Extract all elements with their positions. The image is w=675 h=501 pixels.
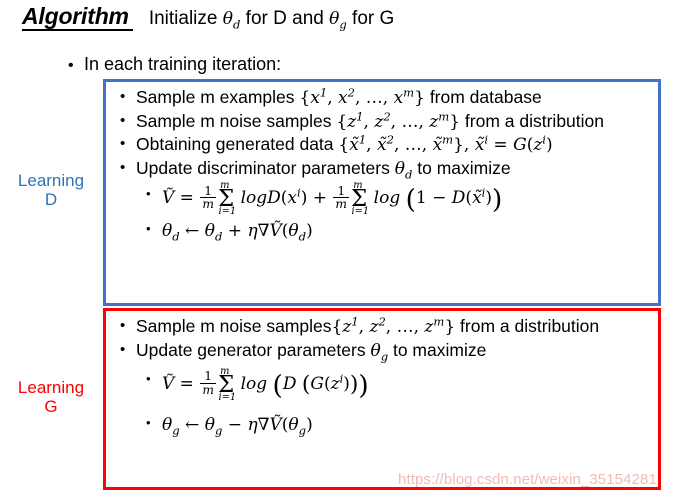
step-text-after: to maximize [388,339,487,360]
step-text-before: Update generator parameters [136,339,371,360]
step-text-before: Sample m noise samples [136,110,337,131]
algorithm-header: Algorithm Initialize θd for D and θg for… [0,4,675,38]
formula-body: Ṽ = 1 m Σm i=1 logD(xi) + 1 m Σm i=1 log (1 −… [162,180,503,218]
label-learning-d: Learning D [1,171,101,209]
learning-g-line2: G [44,397,58,417]
learning-d-line1: Learning [17,171,85,190]
learning-d-line2: D [44,190,58,210]
math-theta-g: θg [370,340,389,364]
bullet-icon: • [146,221,151,237]
training-iteration-bullet: In each training iteration: [68,54,281,75]
step-text-after: from a distribution [455,316,600,336]
bullet-icon: • [120,340,126,358]
bullet-icon: • [120,159,126,177]
initialize-middle: for D and [240,8,330,29]
learning-g-box: • Sample m noise samples{z1, z2, …, zm} f… [103,308,661,490]
learning-g-line1: Learning [17,378,85,397]
step-update-generator: • Update generator parameters θg to maxim… [116,340,652,362]
bullet-icon: • [120,111,126,129]
bullet-icon: • [146,185,151,201]
step-text-before: Update discriminator parameters [136,158,395,179]
step-sample-noise-g: • Sample m noise samples{z1, z2, …, zm} f… [116,316,652,338]
initialize-prefix: Initialize [148,8,223,29]
math-x-set: {x1, x2, …, xm} [299,85,425,108]
bullet-icon: • [146,414,151,430]
step-sample-noise-d: • Sample m noise samples {z1, z2, …, zm} … [116,109,652,133]
bullet-icon: • [120,88,126,105]
initialize-statement: Initialize θd for D and θg for G [149,8,394,30]
formula-body: Ṽ = 1 m Σm i=1 log (D (G(zi))) [162,365,369,403]
math-z-set: {z1, z2, …, zm} [331,314,456,337]
formula-v-tilde-discriminator: • Ṽ = 1 m Σm i=1 logD(xi) + 1 m Σm i=1 log (1 … [116,180,652,218]
formula-theta-d-update: • θd ← θd + η∇Ṽ(θd) [116,220,652,242]
iteration-label: In each training iteration: [68,54,281,75]
formula-v-tilde-generator: • Ṽ = 1 m Σm i=1 log (D (G(zi))) [116,365,652,403]
initialize-suffix: for G [346,8,395,29]
bullet-icon: • [146,371,151,387]
theta-g-symbol: θg [329,9,347,32]
math-theta-d: θd [394,159,413,182]
step-text-before: Obtaining generated data [136,134,339,155]
math-z-set: {z1, z2, …, zm} [336,109,461,132]
watermark-text: https://blog.csdn.net/weixin_35154281 [398,471,657,488]
label-learning-g: Learning G [1,378,101,416]
theta-d-symbol: θd [222,9,241,32]
step-text-before: Sample m examples [136,87,300,107]
formula-theta-g-update: • θg ← θg − η∇Ṽ(θg) [116,414,652,436]
bullet-icon: • [120,317,126,334]
step-text-after: to maximize [412,158,511,179]
step-update-discriminator: • Update discriminator parameters θd to m… [116,158,652,180]
bullet-icon: • [120,135,126,153]
formula-body: θg ← θg − η∇Ṽ(θg) [162,414,313,438]
math-xtilde-set: {x̃1, x̃2, …, x̃m}, x̃i = G(zi) [338,132,553,156]
page-title: Algorithm [22,4,133,32]
step-text-after: from a distribution [460,110,604,131]
step-text-before: Sample m noise samples [136,316,332,336]
step-obtain-generated-data: • Obtaining generated data {x̃1, x̃2, …, … [116,134,652,156]
step-sample-examples: • Sample m examples {x1, x2, …, xm} from … [116,87,652,109]
formula-body: θd ← θd + η∇Ṽ(θd) [162,221,313,244]
learning-d-box: • Sample m examples {x1, x2, …, xm} from … [103,79,661,306]
step-text-after: from database [424,87,542,107]
